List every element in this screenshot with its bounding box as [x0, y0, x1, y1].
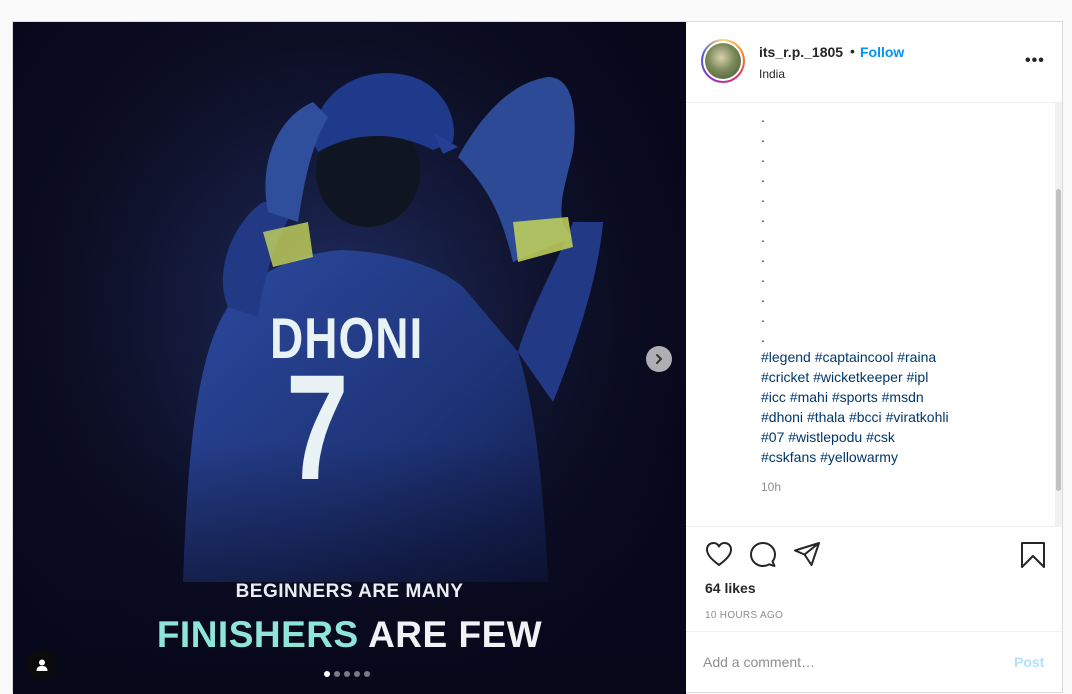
avatar[interactable]: [701, 39, 745, 83]
caption-dot-line: .: [761, 329, 765, 345]
share-button[interactable]: [793, 541, 821, 572]
caption-text: . . . . . . . . . . . . #legend #captain…: [761, 107, 991, 494]
hashtag-link[interactable]: #dhoni: [761, 409, 803, 425]
user-icon: [36, 659, 48, 671]
caption-dot-line: .: [761, 209, 765, 225]
comment-button[interactable]: [749, 541, 777, 573]
next-slide-button[interactable]: [646, 346, 672, 372]
bookmark-icon: [1021, 542, 1045, 568]
jersey-number: 7: [286, 343, 349, 511]
separator-bullet: •: [850, 43, 855, 59]
follow-button[interactable]: Follow: [860, 44, 904, 60]
hashtag-link[interactable]: #thala: [807, 409, 845, 425]
carousel-dot: [364, 671, 370, 677]
hashtag-link[interactable]: #wistlepodu: [788, 429, 862, 445]
tagline-rest: ARE FEW: [358, 614, 543, 655]
tagged-users-button[interactable]: [27, 650, 57, 680]
hashtag-link[interactable]: #ipl: [907, 369, 929, 385]
hashtag-link[interactable]: #07: [761, 429, 784, 445]
carousel-dot: [354, 671, 360, 677]
more-options-icon[interactable]: •••: [1025, 52, 1045, 70]
caption-dot-line: .: [761, 269, 765, 285]
caption-dot-line: .: [761, 309, 765, 325]
hashtag-link[interactable]: #captaincool: [815, 349, 894, 365]
hashtag-link[interactable]: #bcci: [849, 409, 882, 425]
caption-area: . . . . . . . . . . . . #legend #captain…: [686, 103, 1062, 526]
caption-dot-line: .: [761, 189, 765, 205]
carousel-dot: [334, 671, 340, 677]
post-media[interactable]: DHONI 7 BEGINNERS ARE MANY FINISHERS ARE…: [13, 22, 686, 694]
carousel-dot-active: [324, 671, 330, 677]
hashtag-link[interactable]: #msdn: [882, 389, 924, 405]
hashtag-link[interactable]: #cskfans: [761, 449, 816, 465]
heart-icon: [706, 542, 732, 566]
carousel-dot: [344, 671, 350, 677]
comment-form: Post: [686, 631, 1062, 692]
hashtag-link[interactable]: #icc: [761, 389, 786, 405]
hashtag-link[interactable]: #csk: [866, 429, 895, 445]
post-timestamp: 10 HOURS AGO: [705, 610, 784, 621]
caption-dot-line: .: [761, 289, 765, 305]
like-button[interactable]: [705, 541, 733, 572]
post-dialog: DHONI 7 BEGINNERS ARE MANY FINISHERS ARE…: [12, 21, 1063, 694]
location-link[interactable]: India: [759, 67, 785, 81]
hashtag-link[interactable]: #yellowarmy: [820, 449, 898, 465]
hashtag-link[interactable]: #sports: [832, 389, 878, 405]
tagline-top: BEGINNERS ARE MANY: [235, 581, 464, 602]
caption-dot-line: .: [761, 249, 765, 265]
caption-dot-line: .: [761, 169, 765, 185]
caption-dot-line: .: [761, 109, 765, 125]
hashtag-link[interactable]: #viratkohli: [886, 409, 949, 425]
comment-icon: [750, 542, 776, 567]
post-actions: 64 likes 10 HOURS AGO: [686, 526, 1062, 631]
scrollbar-thumb[interactable]: [1056, 189, 1061, 491]
send-icon: [794, 542, 820, 566]
chevron-right-icon: [656, 354, 662, 364]
caption-timestamp[interactable]: 10h: [761, 480, 991, 494]
save-button[interactable]: [1020, 541, 1046, 574]
hashtag-link[interactable]: #mahi: [790, 389, 828, 405]
hashtag-link[interactable]: #cricket: [761, 369, 809, 385]
caption-dot-line: .: [761, 129, 765, 145]
avatar-image: [705, 43, 741, 79]
caption-dot-line: .: [761, 229, 765, 245]
hashtag-link[interactable]: #raina: [897, 349, 936, 365]
tagline-bottom: FINISHERS ARE FEW: [13, 614, 686, 656]
post-header: its_r.p._1805 • Follow India •••: [686, 22, 1062, 103]
hashtag-link[interactable]: #wicketkeeper: [813, 369, 903, 385]
likes-count[interactable]: 64 likes: [705, 580, 756, 596]
carousel-indicator: [324, 671, 370, 677]
caption-dot-line: .: [761, 149, 765, 165]
hashtag-link[interactable]: #legend: [761, 349, 811, 365]
hashtag-list: #legend #captaincool #raina #cricket #wi…: [761, 347, 991, 467]
post-comment-button[interactable]: Post: [1014, 654, 1044, 670]
username-link[interactable]: its_r.p._1805: [759, 44, 843, 60]
post-sidebar: its_r.p._1805 • Follow India ••• . . . .…: [686, 22, 1062, 692]
comment-input[interactable]: [703, 650, 1003, 674]
tagline-highlight: FINISHERS: [156, 614, 359, 655]
